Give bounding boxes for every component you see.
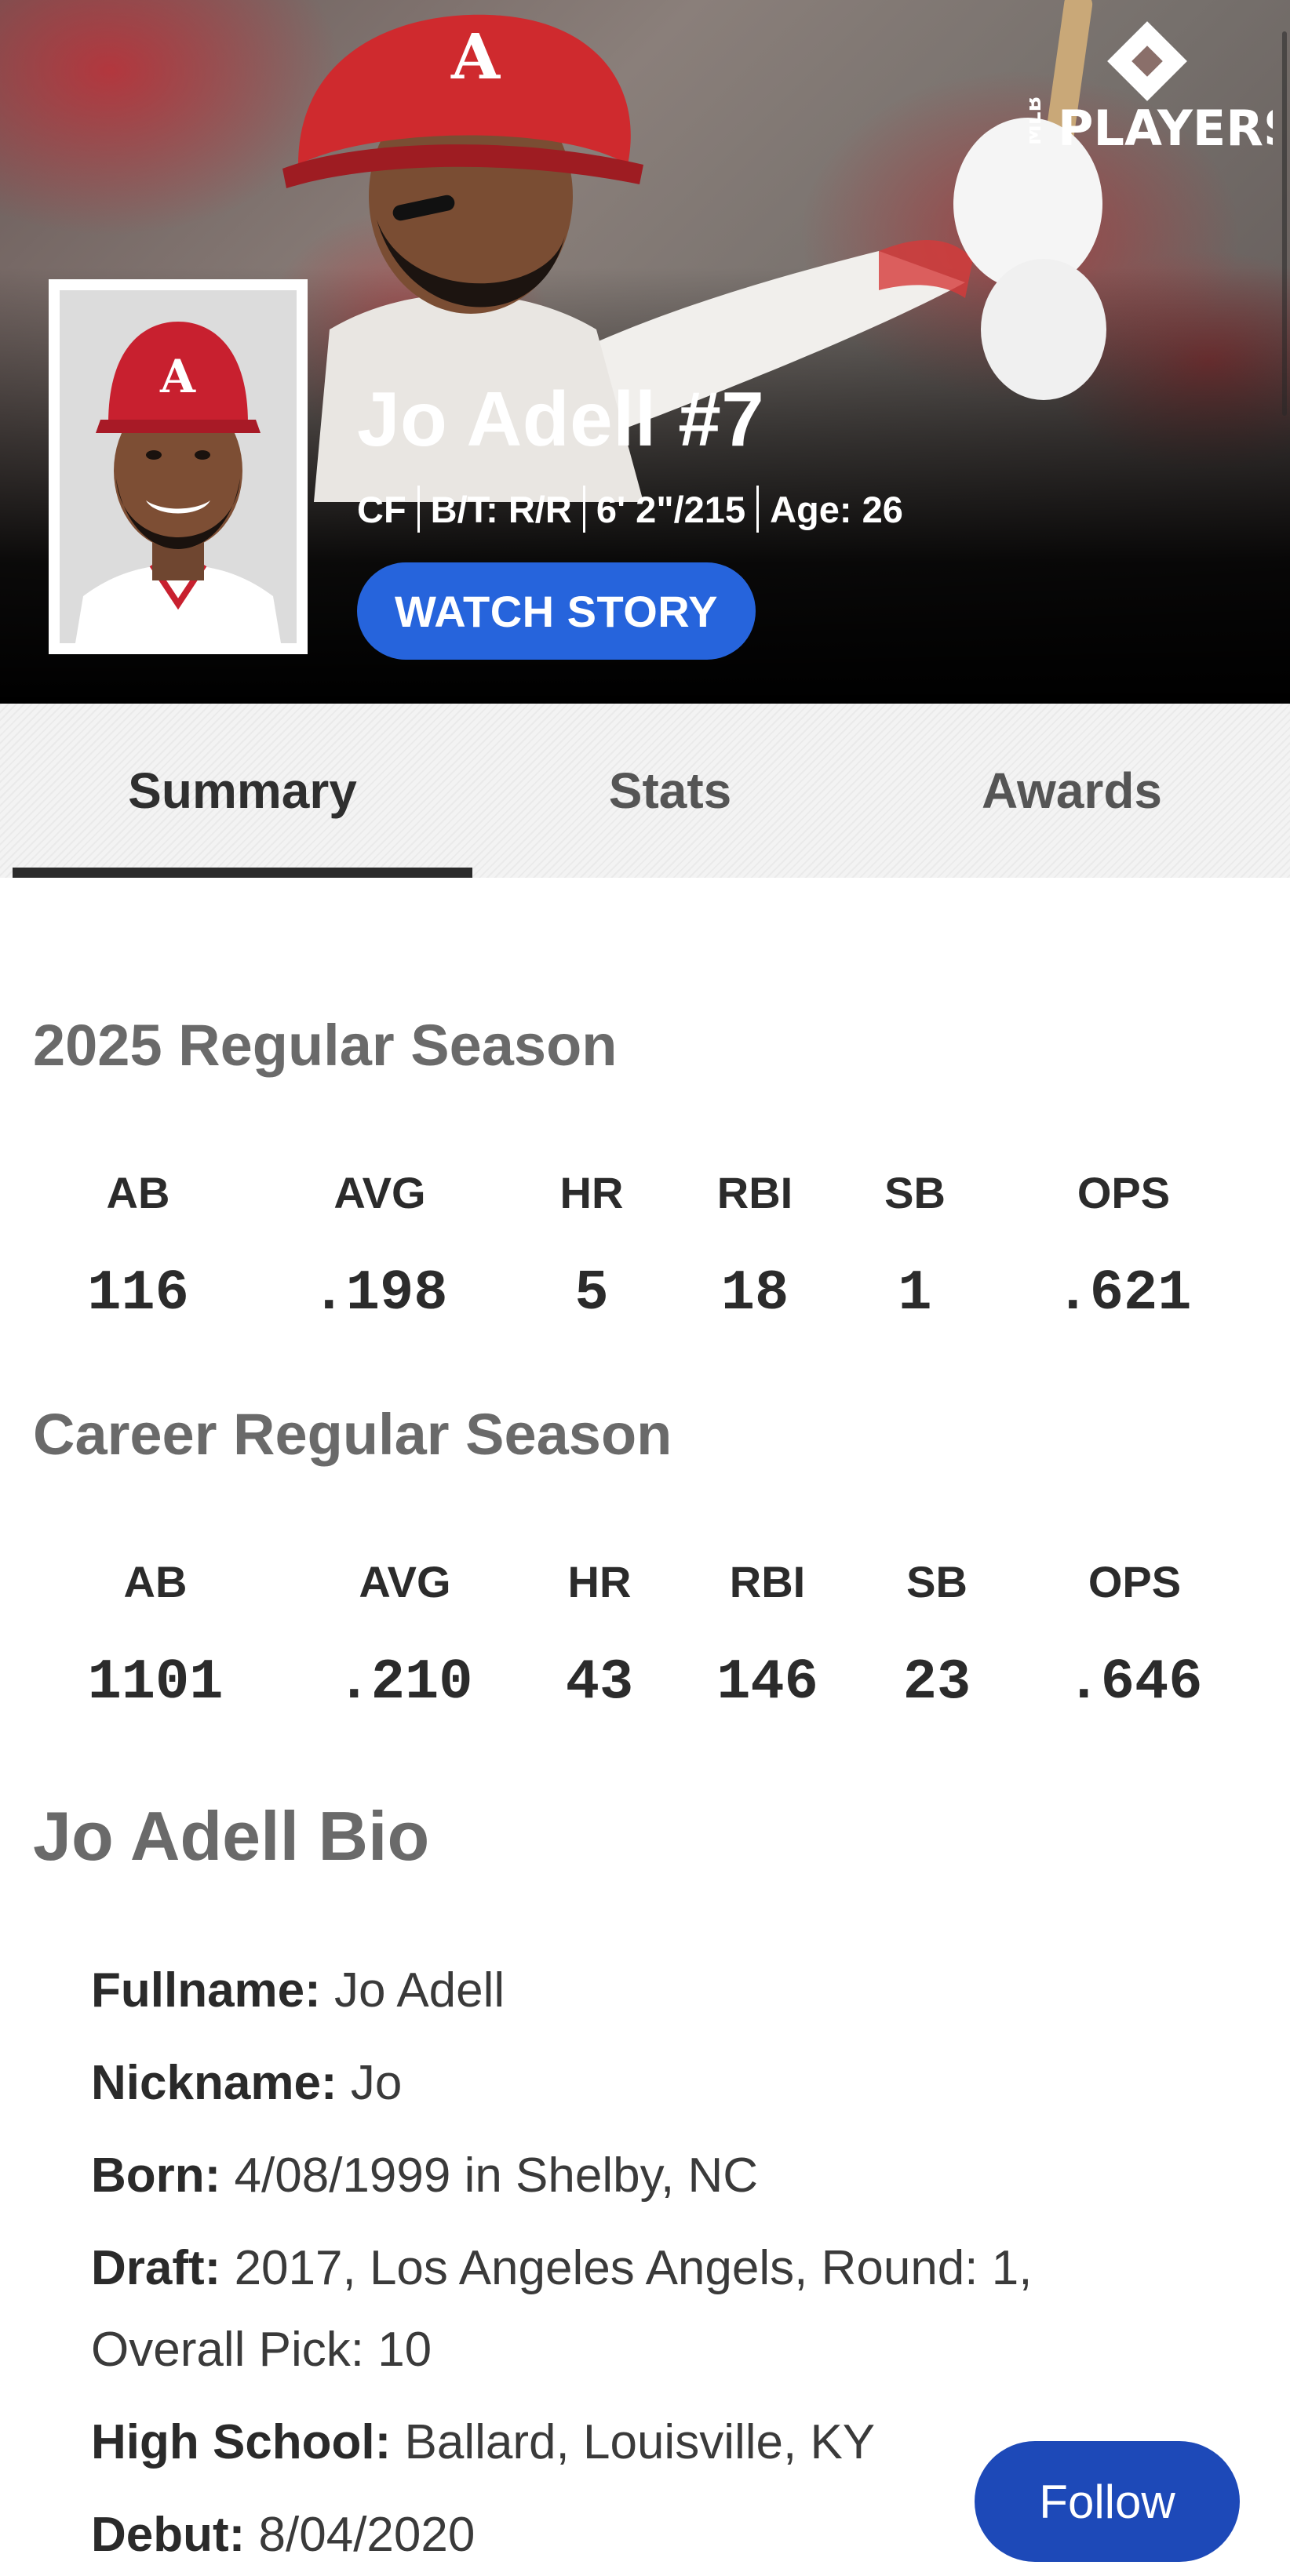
player-meta: CF B/T: R/R 6' 2"/215 Age: 26 [357, 482, 903, 537]
career-stat-avg: AVG .210 [311, 1555, 499, 1718]
bio-value: Ballard, Louisville, KY [404, 2415, 876, 2469]
player-bats-throws: B/T: R/R [430, 488, 572, 530]
stat-value: 23 [902, 1650, 971, 1715]
season-stat-hr: HR 5 [497, 1166, 686, 1329]
season-stat-sb: SB 1 [821, 1166, 1009, 1329]
player-age: Age: 26 [770, 488, 903, 530]
stat-header: HR [567, 1557, 632, 1606]
svg-text:MLB: MLB [1029, 96, 1046, 145]
bio-value: Jo Adell [334, 1963, 505, 2018]
stat-value: .198 [312, 1261, 448, 1326]
tab-awards[interactable]: Awards [868, 704, 1276, 878]
career-stat-sb: SB 23 [843, 1555, 1031, 1718]
stat-header: AB [123, 1557, 188, 1606]
bio-title: Jo Adell Bio [33, 1797, 430, 1875]
bio-fullname: Fullname: Jo Adell [91, 1950, 1111, 2032]
career-stat-rbi: RBI 146 [673, 1555, 862, 1718]
stat-header: AVG [359, 1557, 451, 1606]
stat-value: 1101 [87, 1650, 224, 1715]
career-stat-hr: HR 43 [505, 1555, 694, 1718]
stat-value: 1 [898, 1261, 932, 1326]
bio-draft: Draft: 2017, Los Angeles Angels, Round: … [91, 2228, 1111, 2391]
season-stats-title: 2025 Regular Season [33, 1013, 618, 1078]
meta-divider [582, 486, 585, 533]
active-tab-indicator [13, 868, 472, 878]
bio-high-school: High School: Ballard, Louisville, KY [91, 2402, 1111, 2483]
season-stat-avg: AVG .198 [286, 1166, 474, 1329]
career-stat-ops: OPS .646 [1040, 1555, 1229, 1718]
bio-debut: Debut: 8/04/2020 [91, 2494, 1111, 2576]
bio-value: 4/08/1999 in Shelby, NC [234, 2148, 759, 2203]
player-name: Jo Adell #7 [357, 376, 765, 462]
mlb-players-logo: MLB PLAYERS [1029, 21, 1273, 157]
svg-text:A: A [159, 350, 196, 403]
hero-scrollbar[interactable] [1282, 31, 1287, 416]
stat-value: 146 [716, 1650, 818, 1715]
season-stat-ab: AB 116 [44, 1166, 232, 1329]
bio-label: Nickname: [91, 2056, 337, 2110]
bio-label: Draft: [91, 2241, 221, 2295]
meta-divider [417, 486, 420, 533]
stat-header: SB [906, 1557, 968, 1606]
bio-label: Born: [91, 2148, 221, 2203]
bio-value: 8/04/2020 [258, 2508, 476, 2562]
player-headshot: A [49, 279, 308, 654]
bio-nickname: Nickname: Jo [91, 2043, 1111, 2124]
stat-header: OPS [1088, 1557, 1182, 1606]
season-stat-ops: OPS .621 [1029, 1166, 1218, 1329]
bio-value: Jo [350, 2056, 403, 2110]
stat-value: 5 [574, 1261, 609, 1326]
stat-value: .621 [1055, 1261, 1192, 1326]
profile-tabs: Summary Stats Awards [0, 704, 1290, 878]
player-position: CF [357, 488, 406, 530]
bio-label: Debut: [91, 2508, 246, 2562]
career-stats-title: Career Regular Season [33, 1402, 672, 1467]
stat-header: HR [559, 1168, 624, 1217]
stat-value: .646 [1066, 1650, 1203, 1715]
player-height-weight: 6' 2"/215 [596, 488, 746, 530]
svg-text:PLAYERS: PLAYERS [1058, 100, 1273, 157]
bio-value: 2017, Los Angeles Angels, Round: 1, Over… [91, 2241, 1033, 2377]
bio-label: Fullname: [91, 1963, 321, 2018]
follow-button[interactable]: Follow [975, 2441, 1240, 2562]
watch-story-button[interactable]: WATCH STORY [357, 562, 756, 660]
career-stat-ab: AB 1101 [61, 1555, 250, 1718]
stat-header: RBI [729, 1557, 806, 1606]
stat-header: SB [884, 1168, 946, 1217]
svg-text:A: A [450, 20, 501, 93]
bio-label: High School: [91, 2415, 392, 2469]
stat-header: OPS [1077, 1168, 1171, 1217]
meta-divider [756, 486, 760, 533]
stat-header: AVG [333, 1168, 426, 1217]
stat-value: .210 [337, 1650, 473, 1715]
stat-value: 43 [565, 1650, 634, 1715]
stat-header: AB [106, 1168, 170, 1217]
bio-born: Born: 4/08/1999 in Shelby, NC [91, 2135, 1111, 2217]
tab-stats[interactable]: Stats [472, 704, 868, 878]
stat-value: 116 [87, 1261, 189, 1326]
tab-summary[interactable]: Summary [13, 704, 472, 878]
